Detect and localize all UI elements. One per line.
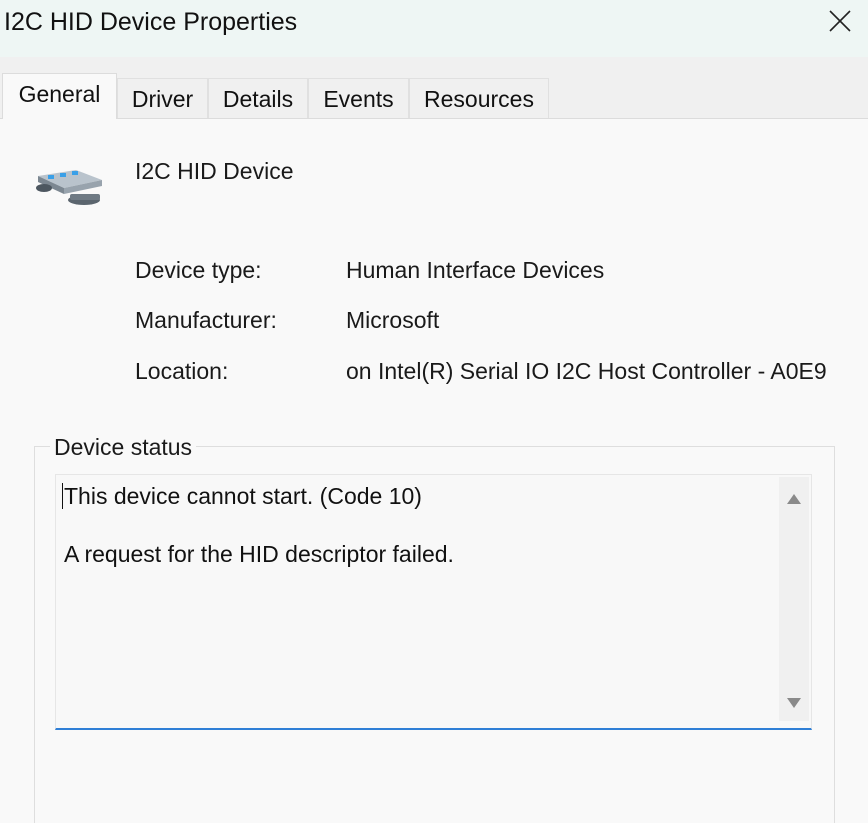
status-scrollbar[interactable] [779,477,809,721]
tab-details[interactable]: Details [208,78,308,118]
tab-resources[interactable]: Resources [409,78,549,118]
close-icon [829,10,851,32]
location-label: Location: [135,358,229,384]
status-line-2: A request for the HID descriptor failed. [64,541,454,567]
device-status-legend: Device status [50,434,197,461]
device-name: I2C HID Device [135,158,294,184]
device-status-textbox[interactable]: This device cannot start. (Code 10) A re… [55,474,812,730]
tab-driver[interactable]: Driver [117,78,208,118]
status-line-1: This device cannot start. (Code 10) [64,483,422,509]
manufacturer-label: Manufacturer: [135,307,277,333]
tab-strip: General Driver Details Events Resources [0,57,868,119]
window-title: I2C HID Device Properties [4,8,298,36]
device-type-value: Human Interface Devices [346,257,605,283]
title-bar: I2C HID Device Properties [0,0,868,57]
scroll-up-icon[interactable] [786,493,802,505]
device-type-label: Device type: [135,257,262,283]
scroll-down-icon[interactable] [786,697,802,709]
properties-dialog: I2C HID Device Properties General Driver… [0,0,868,823]
hid-device-icon [36,170,102,205]
close-button[interactable] [812,0,868,44]
tab-events[interactable]: Events [308,78,409,118]
location-value: on Intel(R) Serial IO I2C Host Controlle… [346,358,827,384]
tab-general[interactable]: General [2,73,117,119]
manufacturer-value: Microsoft [346,307,440,333]
text-caret [62,483,63,509]
